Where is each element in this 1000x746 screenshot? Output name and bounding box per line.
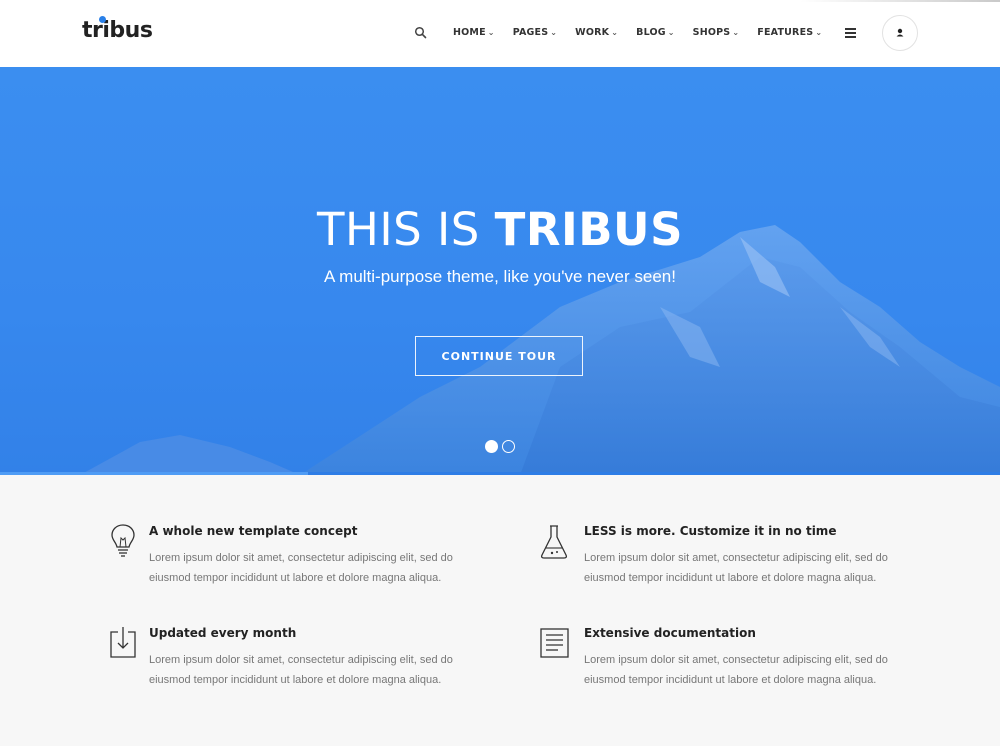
nav-item-pages[interactable]: PAGES ⌄ [513, 27, 557, 38]
user-icon [896, 28, 904, 37]
nav-item-label: HOME [453, 27, 486, 38]
feature-title: Extensive documentation [584, 626, 756, 640]
document-icon [540, 628, 569, 658]
feature-text: Lorem ipsum dolor sit amet, consectetur … [149, 654, 453, 686]
nav-item-label: WORK [575, 27, 610, 38]
hero-title: THIS IS TRIBUS [0, 203, 1000, 256]
nav-item-home[interactable]: HOME ⌄ [453, 27, 495, 38]
download-icon [110, 627, 136, 658]
nav-item-label: SHOPS [692, 27, 731, 38]
chevron-down-icon: ⌄ [667, 28, 675, 37]
logo[interactable]: tribus [82, 16, 153, 43]
hero-slider: THIS IS TRIBUS A multi-purpose theme, li… [0, 67, 1000, 475]
feature-text: Lorem ipsum dolor sit amet, consectetur … [149, 552, 453, 584]
slider-pagination [485, 440, 519, 453]
nav-item-label: PAGES [512, 27, 549, 38]
chevron-down-icon: ⌄ [487, 28, 495, 37]
feature-text: Lorem ipsum dolor sit amet, consectetur … [584, 552, 888, 584]
nav-item-label: FEATURES [757, 27, 814, 38]
site-header: tribus HOME ⌄ PAGES ⌄ WORK ⌄ BLOG ⌄ SHOPS ⌄ F… [0, 0, 1000, 67]
logo-dot [99, 16, 106, 23]
chevron-down-icon: ⌄ [815, 28, 823, 37]
main-nav: HOME ⌄ PAGES ⌄ WORK ⌄ BLOG ⌄ SHOPS ⌄ FEATURES… [453, 27, 822, 38]
feature-title: Updated every month [149, 626, 297, 640]
slider-progress-track [308, 472, 1000, 475]
hero-title-light: THIS IS [317, 203, 480, 256]
chevron-down-icon: ⌄ [732, 28, 740, 37]
logo-text: tribus [82, 18, 153, 43]
lightbulb-icon [111, 524, 135, 557]
slider-dot-2[interactable] [502, 440, 515, 453]
search-icon[interactable] [414, 26, 428, 40]
feature-title: A whole new template concept [149, 524, 358, 538]
nav-item-features[interactable]: FEATURES ⌄ [757, 27, 822, 38]
flask-icon [540, 525, 568, 559]
user-account-button[interactable] [882, 15, 918, 51]
nav-item-blog[interactable]: BLOG ⌄ [636, 27, 675, 38]
nav-item-shops[interactable]: SHOPS ⌄ [693, 27, 740, 38]
hero-subtitle: A multi-purpose theme, like you've never… [324, 267, 676, 286]
chevron-down-icon: ⌄ [550, 28, 558, 37]
hamburger-menu-icon[interactable] [845, 28, 856, 38]
nav-item-work[interactable]: WORK ⌄ [575, 27, 618, 38]
slider-dot-1[interactable] [485, 440, 498, 453]
hero-title-bold: TRIBUS [494, 203, 683, 256]
nav-item-label: BLOG [636, 27, 666, 38]
slider-progress-bar [0, 472, 308, 475]
chevron-down-icon: ⌄ [611, 28, 619, 37]
feature-title: LESS is more. Customize it in no time [584, 524, 837, 538]
feature-text: Lorem ipsum dolor sit amet, consectetur … [584, 654, 888, 686]
continue-tour-button[interactable]: CONTINUE TOUR [415, 336, 583, 376]
header-top-accent [800, 0, 1000, 2]
